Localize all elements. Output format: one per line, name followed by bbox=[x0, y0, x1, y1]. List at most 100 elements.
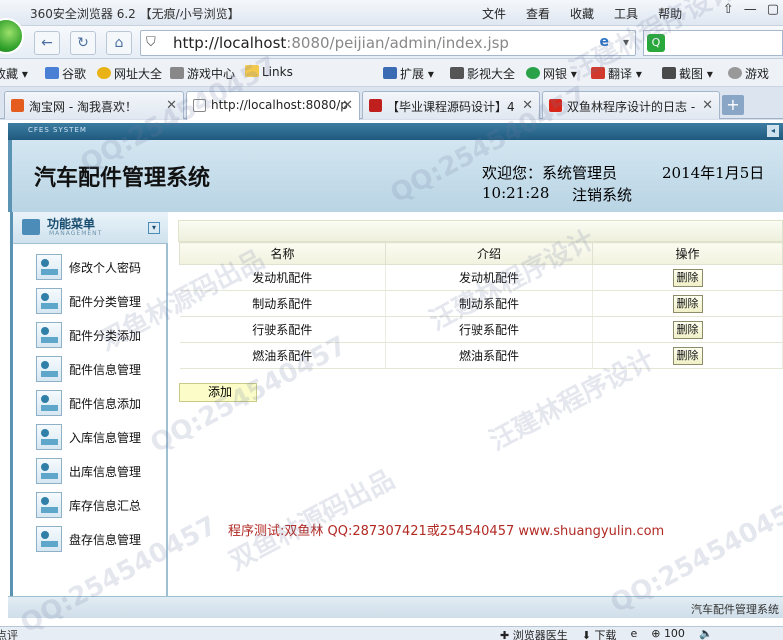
sidebar-item-stocktake[interactable]: 盘存信息管理 bbox=[36, 526, 166, 554]
delete-button[interactable]: 删除 bbox=[672, 294, 703, 313]
add-button[interactable]: 添加 bbox=[179, 383, 257, 402]
category-table: 名称 介绍 操作 发动机配件 发动机配件 删除 制动系配件 制动系配件 删除 行… bbox=[179, 242, 783, 369]
home-button[interactable]: ⌂ bbox=[106, 31, 132, 55]
table-row: 燃油系配件 燃油系配件 删除 bbox=[179, 342, 783, 369]
chevron-down-icon[interactable]: ▾ bbox=[148, 222, 160, 234]
close-icon[interactable]: ✕ bbox=[166, 98, 177, 113]
menu-tools[interactable]: 工具 bbox=[614, 5, 638, 22]
table-row: 行驶系配件 行驶系配件 删除 bbox=[179, 316, 783, 343]
sidebar-item-inventory-summary[interactable]: 库存信息汇总 bbox=[36, 492, 166, 520]
skin-icon[interactable]: ⇧ bbox=[723, 2, 734, 17]
cell-name: 发动机配件 bbox=[179, 264, 386, 291]
sidebar-item-stock-out[interactable]: 出库信息管理 bbox=[36, 458, 166, 486]
welcome-text: 欢迎您：系统管理员 bbox=[482, 164, 618, 182]
menu-icon bbox=[22, 219, 40, 235]
close-icon[interactable]: ✕ bbox=[522, 98, 533, 113]
sidebar-item-category-add[interactable]: 配件分类添加 bbox=[36, 322, 166, 350]
tab-label: 双鱼林程序设计的日志 - bbox=[567, 100, 696, 114]
address-url[interactable]: http://localhost:8080/peijian/admin/inde… bbox=[173, 34, 509, 52]
minimize-button[interactable]: — bbox=[744, 2, 757, 17]
logout-link[interactable]: 注销系统 bbox=[572, 184, 632, 205]
sidebar-item-label: 入库信息管理 bbox=[69, 431, 142, 445]
tab-blog[interactable]: 双鱼林程序设计的日志 - ✕ bbox=[542, 91, 720, 119]
chevron-down-icon[interactable]: ▾ bbox=[623, 35, 629, 49]
tab-localhost[interactable]: http://localhost:8080/p ✕ bbox=[186, 91, 360, 120]
sidebar-item-label: 配件信息添加 bbox=[69, 397, 142, 411]
sidebar: 功能菜单 MANAGEMENT ▾ 修改个人密码 配件分类管理 配件分类添加 配… bbox=[10, 212, 168, 596]
user-icon bbox=[36, 356, 62, 382]
new-tab-button[interactable]: + bbox=[722, 95, 744, 115]
tab-label: 淘宝网 - 淘我喜欢！ bbox=[29, 100, 137, 114]
delete-button[interactable]: 删除 bbox=[672, 268, 703, 287]
fav-translate[interactable]: 翻译 ▾ bbox=[591, 65, 642, 82]
cell-action: 删除 bbox=[592, 264, 783, 291]
menu-file[interactable]: 文件 bbox=[482, 5, 506, 22]
delete-button[interactable]: 删除 bbox=[672, 346, 703, 365]
back-button[interactable]: ← bbox=[34, 31, 60, 55]
close-icon[interactable]: ✕ bbox=[342, 98, 353, 113]
browser-doctor-button[interactable]: ✚ 浏览器医生 bbox=[500, 627, 568, 640]
footer-text: 汽车配件管理系统 bbox=[691, 603, 779, 616]
search-icon[interactable]: Q bbox=[647, 34, 665, 52]
scissors-icon bbox=[662, 67, 676, 79]
content-toolstrip bbox=[178, 220, 783, 242]
menu-view[interactable]: 查看 bbox=[526, 5, 550, 22]
favorites-bar: 收藏 ▾ 谷歌 网址大全 游戏中心 Links 扩展 ▾ 影视大全 网银 ▾ 翻… bbox=[0, 59, 783, 87]
volume-icon[interactable]: 🔈 bbox=[699, 627, 713, 640]
download-button[interactable]: ⬇ 下载 bbox=[582, 627, 617, 640]
ie-icon[interactable]: e bbox=[630, 627, 637, 640]
sidebar-item-part-add[interactable]: 配件信息添加 bbox=[36, 390, 166, 418]
zoom-level[interactable]: ⊕ 100 bbox=[651, 627, 685, 640]
fav-games[interactable]: 游戏 bbox=[728, 65, 769, 82]
sidebar-item-label: 修改个人密码 bbox=[69, 261, 142, 275]
close-icon[interactable]: ✕ bbox=[702, 98, 713, 113]
column-header-name: 名称 bbox=[179, 242, 386, 265]
collapse-icon[interactable]: ◂ bbox=[767, 125, 779, 137]
user-icon bbox=[36, 424, 62, 450]
tab-bar: 淘宝网 - 淘我喜欢！ ✕ http://localhost:8080/p ✕ … bbox=[0, 87, 783, 120]
fav-extensions[interactable]: 扩展 ▾ bbox=[383, 65, 434, 82]
sidebar-item-change-password[interactable]: 修改个人密码 bbox=[36, 254, 166, 282]
search-box[interactable]: Q bbox=[643, 30, 783, 56]
page-icon bbox=[193, 99, 206, 112]
google-icon bbox=[45, 67, 59, 79]
fav-links[interactable]: Links bbox=[245, 65, 293, 79]
table-header-row: 名称 介绍 操作 bbox=[179, 242, 783, 265]
bank-icon bbox=[526, 67, 540, 79]
fav-collect[interactable]: 收藏 ▾ bbox=[0, 65, 28, 82]
site-icon bbox=[369, 99, 382, 112]
address-bar[interactable]: ⛉ http://localhost:8080/peijian/admin/in… bbox=[140, 30, 636, 56]
gamepad-icon bbox=[728, 67, 742, 79]
menu-favorites[interactable]: 收藏 bbox=[570, 5, 594, 22]
review-link[interactable]: 点评 bbox=[0, 627, 18, 640]
sidebar-item-part-manage[interactable]: 配件信息管理 bbox=[36, 356, 166, 384]
column-header-action: 操作 bbox=[592, 242, 783, 265]
sidebar-item-label: 盘存信息管理 bbox=[69, 533, 142, 547]
grid-icon bbox=[383, 67, 397, 79]
browser-title: 360安全浏览器 6.2 【无痕/小号浏览】 bbox=[30, 7, 240, 21]
cell-action: 删除 bbox=[592, 342, 783, 369]
sites-icon bbox=[97, 67, 111, 79]
delete-button[interactable]: 删除 bbox=[672, 320, 703, 339]
fav-games-center[interactable]: 游戏中心 bbox=[170, 65, 235, 82]
fav-google[interactable]: 谷歌 bbox=[45, 65, 86, 82]
maximize-button[interactable]: ▢ bbox=[767, 2, 779, 17]
fav-sites[interactable]: 网址大全 bbox=[97, 65, 162, 82]
cell-name: 制动系配件 bbox=[179, 290, 386, 317]
sidebar-item-stock-in[interactable]: 入库信息管理 bbox=[36, 424, 166, 452]
page-title: 汽车配件管理系统 bbox=[34, 166, 211, 191]
refresh-button[interactable]: ↻ bbox=[70, 31, 96, 55]
sidebar-item-label: 库存信息汇总 bbox=[69, 499, 142, 513]
fav-video[interactable]: 影视大全 bbox=[450, 65, 515, 82]
fav-bank[interactable]: 网银 ▾ bbox=[526, 65, 577, 82]
ie-mode-icon[interactable]: e bbox=[600, 34, 610, 50]
tab-taobao[interactable]: 淘宝网 - 淘我喜欢！ ✕ bbox=[4, 91, 184, 119]
menu-help[interactable]: 帮助 bbox=[658, 5, 682, 22]
tab-label: http://localhost:8080/p bbox=[211, 98, 348, 112]
sidebar-item-label: 配件信息管理 bbox=[69, 363, 142, 377]
system-band-label: CFES SYSTEM bbox=[28, 126, 87, 134]
user-icon bbox=[36, 288, 62, 314]
sidebar-item-category-manage[interactable]: 配件分类管理 bbox=[36, 288, 166, 316]
fav-screenshot[interactable]: 截图 ▾ bbox=[662, 65, 713, 82]
tab-course[interactable]: 【毕业课程源码设计】4 ✕ bbox=[362, 91, 540, 119]
